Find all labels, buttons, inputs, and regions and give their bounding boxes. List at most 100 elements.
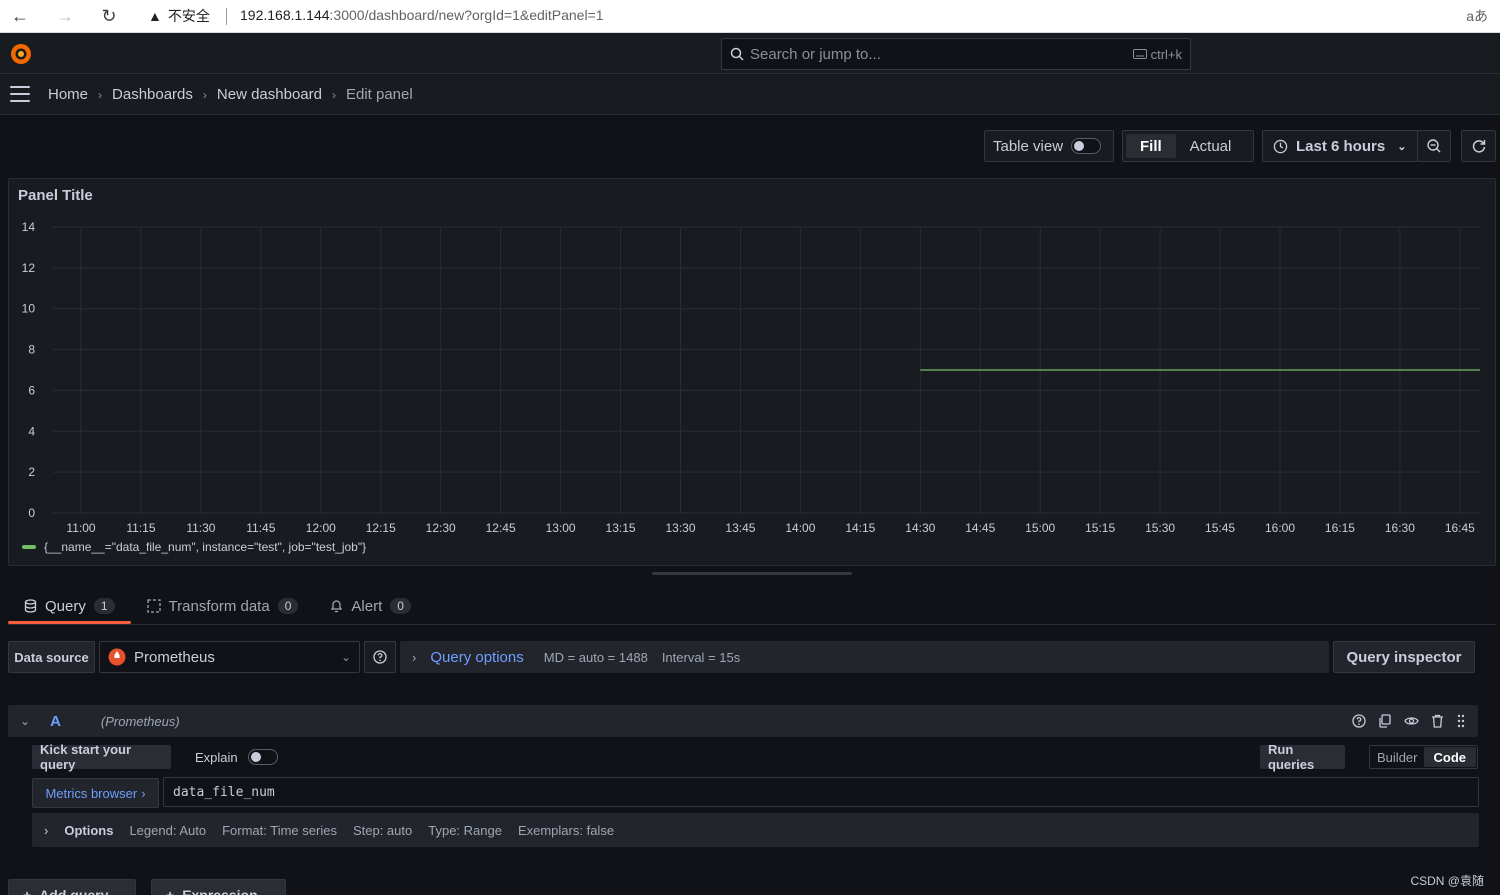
eye-icon[interactable] — [1404, 714, 1419, 728]
x-tick-label: 16:15 — [1325, 521, 1355, 535]
add-query-label: Add query — [39, 887, 109, 895]
forward-icon[interactable]: → — [53, 4, 77, 28]
query-actions — [1352, 714, 1466, 728]
query-count-badge: 1 — [93, 598, 115, 614]
search-icon — [730, 47, 744, 61]
transform-icon — [146, 599, 161, 613]
tab-alert[interactable]: Alert 0 — [314, 588, 427, 624]
kick-start-button[interactable]: Kick start your query — [32, 742, 171, 772]
x-tick-label: 13:15 — [606, 521, 636, 535]
max-data-points: MD = auto = 1488 — [543, 649, 648, 665]
table-view-toggle[interactable]: Table view — [984, 130, 1114, 162]
security-warning-label: 不安全 — [167, 8, 210, 24]
transform-count-badge: 0 — [277, 598, 299, 614]
address-bar[interactable]: 192.168.1.144:3000/dashboard/new?orgId=1… — [240, 7, 604, 23]
run-queries-button[interactable]: Run queries — [1260, 742, 1345, 772]
data-source-help-button[interactable] — [364, 641, 396, 673]
breadcrumb-home[interactable]: Home — [48, 86, 88, 103]
chevron-right-icon: › — [331, 87, 336, 102]
drag-handle-icon[interactable] — [1456, 714, 1466, 728]
y-tick-label: 10 — [22, 302, 36, 316]
query-options-bar[interactable]: › Query options MD = auto = 1488 Interva… — [400, 641, 1329, 673]
x-tick-label: 16:30 — [1385, 521, 1415, 535]
chevron-right-icon: › — [98, 87, 103, 102]
tab-query[interactable]: Query 1 — [8, 588, 131, 624]
format-option: Format: Time series — [222, 822, 337, 838]
editor-tabs: Query 1 Transform data 0 Alert 0 — [8, 588, 427, 624]
refresh-button[interactable] — [1461, 130, 1496, 162]
breadcrumb-dashboards[interactable]: Dashboards — [112, 86, 193, 103]
bell-icon — [331, 600, 343, 613]
y-tick-label: 4 — [28, 424, 35, 438]
duplicate-icon[interactable] — [1378, 714, 1392, 728]
breadcrumb-edit-panel: Edit panel — [345, 86, 413, 103]
query-a-header: ⌄ A (Prometheus) — [8, 705, 1478, 737]
panel-resize-handle[interactable] — [652, 572, 852, 575]
x-tick-label: 12:45 — [486, 521, 516, 535]
collapse-chevron-icon[interactable]: ⌄ — [20, 714, 30, 728]
fill-actual-switch: Fill Actual — [1122, 130, 1254, 162]
trash-icon[interactable] — [1431, 714, 1444, 728]
actual-option[interactable]: Actual — [1176, 134, 1246, 158]
explain-toggle[interactable]: Explain — [195, 745, 278, 769]
x-tick-label: 11:30 — [186, 521, 215, 535]
zoom-out-icon — [1427, 139, 1441, 153]
zoom-out-button[interactable] — [1417, 130, 1451, 162]
menu-icon[interactable] — [10, 86, 30, 102]
x-tick-label: 13:00 — [546, 521, 576, 535]
breadcrumb-new-dashboard[interactable]: New dashboard — [217, 86, 322, 103]
x-tick-label: 12:30 — [426, 521, 456, 535]
query-options-row[interactable]: › Options Legend: Auto Format: Time seri… — [32, 813, 1479, 847]
y-tick-label: 2 — [28, 465, 35, 479]
data-source-value: Prometheus — [134, 648, 215, 666]
query-inspector-button[interactable]: Query inspector — [1333, 641, 1475, 673]
metrics-browser-label: Metrics browser — [45, 785, 138, 801]
breadcrumb-bar: Home › Dashboards › New dashboard › Edit pa… — [0, 74, 1500, 115]
security-warning[interactable]: ▲ 不安全 — [148, 6, 210, 26]
query-options-link[interactable]: Query options — [430, 649, 523, 666]
fill-option[interactable]: Fill — [1126, 134, 1176, 158]
keyboard-icon — [1132, 49, 1147, 59]
x-tick-label: 15:45 — [1205, 521, 1235, 535]
table-view-switch[interactable] — [1071, 138, 1102, 154]
chevron-down-icon: ⌄ — [1397, 140, 1407, 153]
x-tick-label: 15:15 — [1085, 521, 1115, 535]
y-tick-label: 6 — [28, 383, 35, 397]
metrics-browser-button[interactable]: Metrics browser › — [32, 778, 159, 808]
chevron-right-icon: › — [202, 87, 207, 102]
time-series-chart[interactable]: 0 2 4 6 8 10 12 14 11:00 11:15 11:30 11:45 12:00 12:1… — [9, 179, 1495, 565]
add-expression-button[interactable]: + Expression — [151, 879, 286, 895]
data-source-select[interactable]: Prometheus ⌄ — [99, 641, 360, 673]
x-tick-label: 15:00 — [1025, 521, 1055, 535]
tabs-divider — [8, 624, 1496, 625]
promql-query-input[interactable]: data_file_num — [163, 777, 1479, 807]
query-ref-id[interactable]: A — [50, 713, 61, 730]
url-divider — [226, 8, 227, 25]
help-icon[interactable] — [1352, 714, 1366, 728]
tab-transform-data[interactable]: Transform data 0 — [131, 588, 315, 624]
back-icon[interactable]: ← — [8, 4, 32, 28]
panel-title[interactable]: Panel Title — [18, 187, 93, 204]
browser-bar: ← → ↻ ▲ 不安全 192.168.1.144:3000/dashboard… — [0, 0, 1500, 33]
translate-icon[interactable]: aあ — [1466, 6, 1488, 26]
type-option: Type: Range — [428, 822, 502, 838]
builder-mode[interactable]: Builder — [1371, 747, 1424, 767]
chevron-right-icon: › — [44, 822, 49, 838]
chart-legend[interactable]: {__name__="data_file_num", instance="tes… — [22, 540, 366, 554]
explain-switch[interactable] — [247, 749, 278, 765]
code-mode[interactable]: Code — [1423, 747, 1476, 767]
y-tick-label: 0 — [28, 506, 35, 520]
refresh-icon — [1472, 140, 1485, 153]
data-source-label: Data source — [8, 641, 95, 673]
table-view-label: Table view — [993, 137, 1064, 155]
x-tick-label: 14:30 — [905, 521, 935, 535]
clock-icon — [1273, 139, 1288, 153]
reload-icon[interactable]: ↻ — [97, 4, 121, 28]
x-tick-label: 11:45 — [246, 521, 275, 535]
time-range-picker[interactable]: Last 6 hours ⌄ — [1262, 130, 1418, 162]
shortcut-hint: ctrl+k — [1132, 47, 1182, 62]
grafana-logo-icon[interactable] — [9, 42, 33, 66]
search-input[interactable]: Search or jump to... ctrl+k — [721, 38, 1191, 70]
x-tick-label: 12:15 — [366, 521, 396, 535]
add-query-button[interactable]: + Add query — [8, 879, 136, 895]
